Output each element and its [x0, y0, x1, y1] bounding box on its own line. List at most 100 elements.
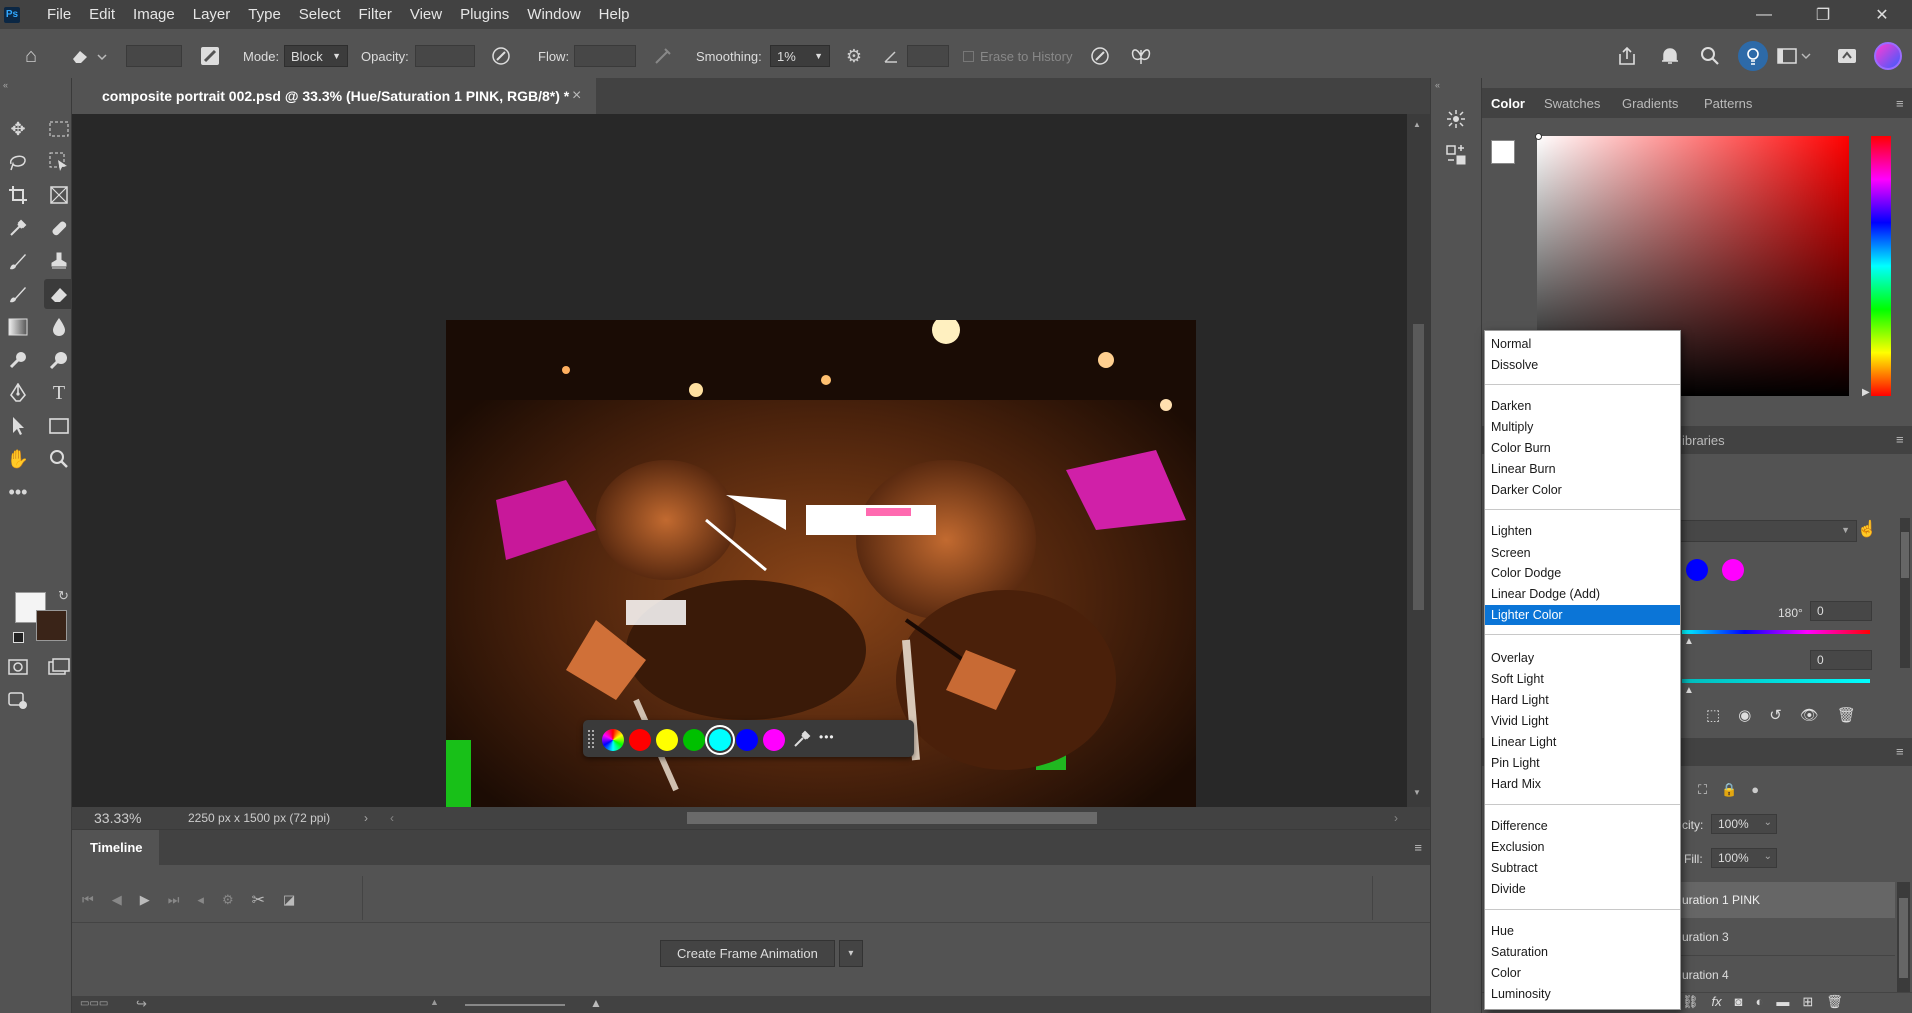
menu-view[interactable]: View	[401, 0, 451, 29]
drag-handle-icon[interactable]	[588, 730, 594, 748]
toggle-visibility-eye-icon[interactable]: 👁	[1800, 706, 1819, 724]
rectangle-tool-icon[interactable]	[44, 411, 74, 441]
scroll-left-icon[interactable]: ‹	[390, 811, 394, 825]
cloud-docs-icon[interactable]	[1834, 29, 1860, 83]
symmetry-butterfly-icon[interactable]	[1128, 29, 1154, 83]
menu-layer[interactable]: Layer	[184, 0, 240, 29]
layer-opacity-field[interactable]: 100% ⌄	[1711, 814, 1777, 834]
layer-row[interactable]: uration 3	[1677, 918, 1895, 956]
lock-artboard-icon[interactable]: ●	[1751, 782, 1759, 798]
zoom-in-mountain-icon[interactable]: ▲	[590, 996, 602, 1010]
blend-mode-linear-dodge[interactable]: Linear Dodge (Add)	[1485, 584, 1680, 604]
tab-gradients[interactable]: Gradients	[1622, 96, 1678, 111]
preset-select[interactable]: ▼	[1677, 520, 1857, 542]
default-colors-icon[interactable]	[13, 632, 24, 643]
blend-mode-vivid-light[interactable]: Vivid Light	[1485, 711, 1680, 731]
history-brush-tool-icon[interactable]	[3, 279, 33, 309]
add-mask-icon[interactable]: ◙	[1735, 994, 1743, 1010]
hue-slider-handle-icon[interactable]: ▶	[1862, 387, 1870, 398]
search-icon[interactable]	[1698, 29, 1722, 83]
pressure-opacity-icon[interactable]	[489, 29, 513, 83]
angle-field[interactable]	[907, 29, 949, 83]
scroll-down-icon[interactable]: ▼	[1413, 788, 1421, 797]
flow-field[interactable]	[574, 29, 636, 83]
color-swatch-yellow[interactable]	[656, 729, 678, 751]
menu-select[interactable]: Select	[290, 0, 350, 29]
edit-toolbar-more-icon[interactable]: •••	[3, 477, 33, 507]
opacity-field[interactable]	[415, 29, 475, 83]
blend-mode-overlay[interactable]: Overlay	[1485, 648, 1680, 668]
blend-mode-darken[interactable]: Darken	[1485, 396, 1680, 416]
blend-mode-screen[interactable]: Screen	[1485, 543, 1680, 563]
workspace-switcher-icon[interactable]	[1776, 29, 1812, 83]
swap-colors-icon[interactable]: ↻	[58, 588, 69, 604]
saturation-value-field[interactable]: 0	[1810, 650, 1872, 670]
brush-tool-icon[interactable]	[3, 246, 33, 276]
vertical-scrollbar[interactable]: ▲ ▼	[1407, 114, 1430, 807]
home-icon[interactable]: ⌂	[18, 29, 44, 83]
status-menu-arrow-icon[interactable]: ›	[364, 811, 368, 825]
new-adjustment-layer-icon[interactable]: ◐	[1756, 994, 1764, 1010]
adjustments-panel-icon[interactable]	[1445, 144, 1467, 169]
lock-all-icon[interactable]: 🔒	[1721, 782, 1737, 798]
blend-mode-exclusion[interactable]: Exclusion	[1485, 837, 1680, 857]
blend-mode-linear-light[interactable]: Linear Light	[1485, 732, 1680, 752]
blend-mode-luminosity[interactable]: Luminosity	[1485, 984, 1680, 1004]
blend-mode-divide[interactable]: Divide	[1485, 879, 1680, 899]
move-tool-icon[interactable]: ✥	[3, 114, 33, 144]
menu-image[interactable]: Image	[124, 0, 184, 29]
blend-mode-dissolve[interactable]: Dissolve	[1485, 355, 1680, 375]
saturation-range-slider[interactable]	[1682, 679, 1870, 683]
menu-window[interactable]: Window	[518, 0, 589, 29]
color-swatch-green[interactable]	[683, 729, 705, 751]
delete-layer-icon[interactable]: 🗑	[1826, 994, 1843, 1010]
blend-mode-saturation[interactable]: Saturation	[1485, 942, 1680, 962]
dodge-tool-icon[interactable]	[3, 345, 33, 375]
play-icon[interactable]: ▶	[140, 892, 150, 908]
vertical-scroll-thumb[interactable]	[1413, 324, 1424, 610]
layer-row-selected[interactable]: uration 1 PINK	[1677, 882, 1895, 918]
preset-color-magenta[interactable]	[1722, 559, 1744, 581]
screen-mode-icon[interactable]	[44, 652, 74, 682]
tab-color[interactable]: Color	[1491, 96, 1525, 111]
hue-slider-thumb-icon[interactable]: ▲	[1684, 636, 1694, 647]
properties-panel-menu-icon[interactable]: ≡	[1896, 432, 1904, 447]
reset-adjustment-icon[interactable]: ↺	[1769, 706, 1782, 724]
blend-mode-hue[interactable]: Hue	[1485, 921, 1680, 941]
collapse-toolbar-icon[interactable]: «	[3, 80, 8, 90]
gradient-tool-icon[interactable]	[3, 312, 33, 342]
user-avatar[interactable]	[1872, 29, 1904, 83]
blur-tool-icon[interactable]	[44, 312, 74, 342]
preset-color-blue[interactable]	[1686, 559, 1708, 581]
generative-fill-icon[interactable]	[3, 685, 33, 715]
zoom-out-mountain-icon[interactable]: ▲	[430, 997, 439, 1007]
color-picker-cursor[interactable]	[1535, 133, 1542, 140]
object-selection-tool-icon[interactable]	[44, 147, 74, 177]
targeted-adjustment-hand-icon[interactable]: ☝	[1857, 519, 1877, 539]
color-wheel-icon[interactable]	[602, 729, 624, 751]
saturation-slider-thumb-icon[interactable]: ▲	[1684, 685, 1694, 696]
color-swatch-magenta[interactable]	[763, 729, 785, 751]
blend-mode-pin-light[interactable]: Pin Light	[1485, 753, 1680, 773]
animation-type-dropdown-icon[interactable]: ▾	[838, 940, 863, 967]
erase-to-history[interactable]: Erase to History	[963, 29, 1072, 83]
blend-mode-hard-mix[interactable]: Hard Mix	[1485, 774, 1680, 794]
path-selection-tool-icon[interactable]	[3, 411, 33, 441]
menu-type[interactable]: Type	[239, 0, 290, 29]
lock-position-icon[interactable]: ⛶	[1698, 782, 1707, 798]
audio-icon[interactable]: ◂	[197, 892, 204, 908]
expand-dock-icon[interactable]: «	[1435, 80, 1440, 90]
previous-frame-icon[interactable]: ◀	[112, 892, 122, 908]
next-frame-icon[interactable]: ⏭	[168, 892, 180, 908]
view-previous-state-icon[interactable]: ◉	[1738, 706, 1751, 724]
blend-mode-lighter-color[interactable]: Lighter Color	[1485, 605, 1680, 625]
blend-mode-color-dodge[interactable]: Color Dodge	[1485, 563, 1680, 583]
panel-menu-icon[interactable]: ≡	[1414, 840, 1422, 855]
scroll-right-icon[interactable]: ›	[1394, 811, 1398, 825]
pressure-size-icon[interactable]	[1088, 29, 1112, 83]
marquee-tool-icon[interactable]	[44, 114, 74, 144]
split-scissors-icon[interactable]: ✂	[252, 890, 265, 910]
frame-view-icon[interactable]: ▭▭▭	[80, 998, 108, 1009]
color-swatch-blue[interactable]	[736, 729, 758, 751]
airbrush-icon[interactable]	[651, 29, 675, 83]
